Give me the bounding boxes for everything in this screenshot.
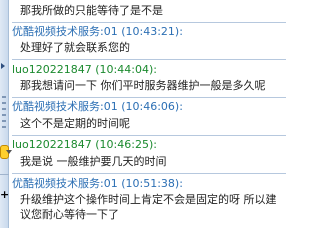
message-divider bbox=[12, 22, 286, 23]
message-divider bbox=[12, 135, 286, 136]
message-text: 我是说 一般维护要几天的时间 bbox=[20, 155, 167, 168]
message-text: 那我想请问一下 你们平时服务器维护一般是多久呢 bbox=[20, 79, 266, 92]
sender-name: 优酷视频技术服务:01 bbox=[12, 25, 118, 38]
sender-name: luo120221847 bbox=[12, 138, 92, 151]
message-text-line: 升级维护这个操作时间上肯定不会是固定的呀 所以建 bbox=[20, 193, 277, 206]
message-text: 那我所做的只能等待了是不是 bbox=[20, 4, 163, 17]
grip-icon bbox=[2, 114, 6, 116]
gutter-divider bbox=[0, 174, 9, 175]
message-timestamp: (10:44:04): bbox=[95, 63, 157, 76]
message-header: 优酷视频技术服务:01 (10:46:06): bbox=[12, 100, 183, 113]
grip-icon bbox=[2, 126, 6, 128]
message-text: 这个不是定期的时间呢 bbox=[20, 117, 130, 130]
grip-icon bbox=[2, 96, 6, 98]
grip-icon bbox=[2, 120, 6, 122]
message-divider bbox=[12, 59, 286, 60]
message-timestamp: (10:46:06): bbox=[121, 100, 183, 113]
message-text: 处理好了就会联系您的 bbox=[20, 41, 130, 54]
sender-name: 优酷视频技术服务:01 bbox=[12, 177, 118, 190]
message-timestamp: (10:51:38): bbox=[121, 177, 183, 190]
message-header: 优酷视频技术服务:01 (10:43:21): bbox=[12, 25, 183, 38]
sender-name: 优酷视频技术服务:01 bbox=[12, 100, 118, 113]
message-divider bbox=[12, 173, 286, 174]
chat-history: 那我所做的只能等待了是不是 优酷视频技术服务:01 (10:43:21): 处理… bbox=[12, 0, 286, 228]
collapse-arrow-icon[interactable] bbox=[1, 63, 5, 69]
emoticon-icon[interactable] bbox=[0, 145, 12, 159]
message-divider bbox=[12, 97, 286, 98]
grip-icon bbox=[2, 108, 6, 110]
message-header: 优酷视频技术服务:01 (10:51:38): bbox=[12, 177, 183, 190]
grip-icon bbox=[2, 102, 6, 104]
expand-plus-icon[interactable]: + bbox=[0, 189, 9, 200]
message-text-line: 议您耐心等待一下了 bbox=[20, 208, 119, 221]
sender-name: luo120221847 bbox=[12, 63, 92, 76]
chat-window: + 那我所做的只能等待了是不是 优酷视频技术服务:01 (10:43:21): … bbox=[0, 0, 286, 228]
message-timestamp: (10:43:21): bbox=[121, 25, 183, 38]
message-header: luo120221847 (10:46:25): bbox=[12, 138, 157, 151]
message-header: luo120221847 (10:44:04): bbox=[12, 63, 157, 76]
message-timestamp: (10:46:25): bbox=[95, 138, 157, 151]
